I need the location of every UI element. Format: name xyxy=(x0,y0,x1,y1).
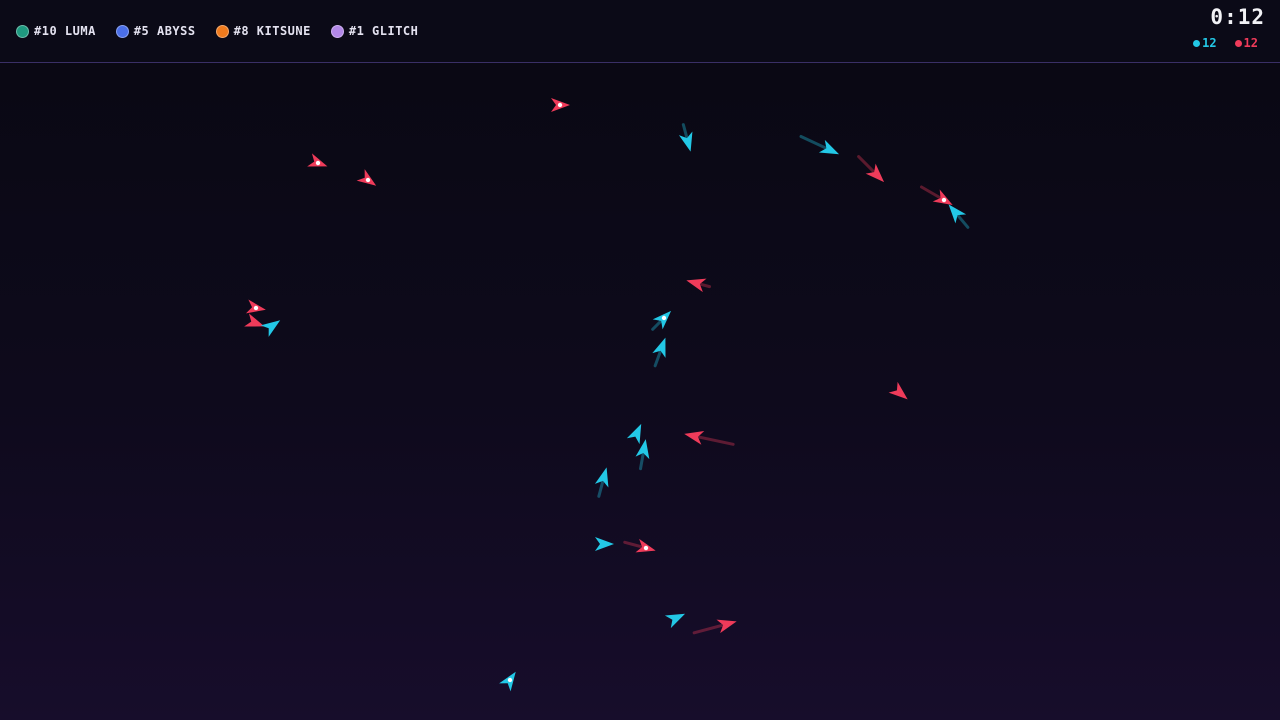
red-ship xyxy=(623,538,656,553)
cyan-ship xyxy=(678,123,693,152)
ship-trail xyxy=(919,185,943,200)
ship-trail xyxy=(799,134,828,150)
ship-hull xyxy=(244,313,265,327)
ship-hull xyxy=(818,139,840,155)
ship-core xyxy=(557,102,563,108)
ship-trail xyxy=(692,623,725,635)
player-color-dot xyxy=(215,24,229,38)
player-kitsune: #8 KITSUNE xyxy=(215,24,311,38)
ship-trail xyxy=(956,213,970,229)
hud-bar: #10 LUMA #5 ABYSS #8 KITSUNE #1 GLITCH 0… xyxy=(0,0,1280,63)
match-timer: 0:12 xyxy=(1210,5,1265,29)
ship-hull xyxy=(664,613,686,629)
red-ship xyxy=(356,169,377,186)
cyan-ship xyxy=(664,613,686,629)
ship-hull xyxy=(260,320,281,337)
ship-trail xyxy=(639,451,645,471)
cyan-ship xyxy=(635,439,650,471)
red-team-dot-icon xyxy=(1234,39,1242,47)
cyan-team-score-value: 12 xyxy=(1202,36,1217,50)
red-team-score: 12 xyxy=(1234,36,1258,50)
red-ship xyxy=(307,153,328,167)
red-ship xyxy=(245,299,266,314)
player-luma: #10 LUMA xyxy=(16,24,96,38)
red-ship xyxy=(888,381,908,400)
ship-trail xyxy=(597,479,605,498)
ship-hull xyxy=(678,131,693,152)
ship-trail xyxy=(696,435,735,446)
ship-trail xyxy=(698,282,712,289)
cyan-ship xyxy=(799,134,840,155)
ship-trail xyxy=(857,155,876,174)
red-ship xyxy=(244,313,265,327)
cyan-ship xyxy=(948,204,970,229)
ship-trail xyxy=(651,319,663,331)
cyan-ship xyxy=(626,423,642,445)
red-ship xyxy=(857,155,885,183)
ship-hull xyxy=(652,337,666,358)
cyan-ship xyxy=(594,467,609,498)
player-color-dot xyxy=(16,24,29,38)
ship-hull xyxy=(626,423,642,445)
player-label: #10 LUMA xyxy=(34,24,96,38)
cyan-team-score: 12 xyxy=(1193,36,1217,50)
cyan-ship xyxy=(651,310,672,331)
ship-hull xyxy=(686,278,707,293)
player-color-dot xyxy=(115,24,129,38)
ship-trail xyxy=(653,349,663,368)
red-ship xyxy=(684,431,735,446)
cyan-ship xyxy=(260,320,281,337)
player-glitch: #1 GLITCH xyxy=(330,24,419,38)
player-color-dot xyxy=(330,24,344,38)
player-abyss: #5 ABYSS xyxy=(115,24,196,38)
cyan-ship xyxy=(595,537,614,551)
player-label: #8 KITSUNE xyxy=(233,24,311,38)
cyan-team-dot-icon xyxy=(1193,39,1201,47)
red-team-score-value: 12 xyxy=(1243,36,1258,50)
player-label: #5 ABYSS xyxy=(133,24,196,38)
red-ship xyxy=(692,619,737,635)
red-ship xyxy=(686,278,712,293)
cyan-ship xyxy=(652,337,666,368)
player-list: #10 LUMA #5 ABYSS #8 KITSUNE #1 GLITCH xyxy=(16,24,418,38)
team-scores: 12 12 xyxy=(1193,36,1258,50)
ship-trail xyxy=(681,123,689,140)
player-label: #1 GLITCH xyxy=(348,24,419,38)
game-arena[interactable] xyxy=(0,64,1280,720)
ship-hull xyxy=(888,381,908,400)
ship-hull xyxy=(594,467,609,488)
ship-hull xyxy=(684,431,705,445)
cyan-ship xyxy=(499,671,516,692)
ship-hull xyxy=(595,537,614,551)
red-ship xyxy=(551,98,570,112)
ship-hull xyxy=(716,619,737,634)
ship-trail xyxy=(623,540,644,549)
